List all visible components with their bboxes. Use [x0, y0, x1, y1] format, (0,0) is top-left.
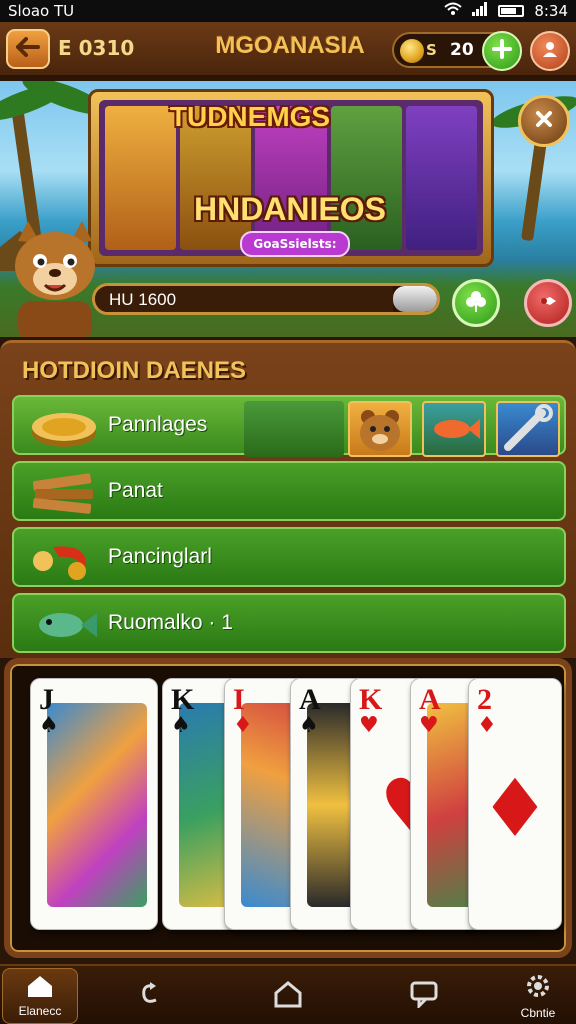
bottom-nav: Elanecc Cbntie — [0, 964, 576, 1024]
close-banner-button[interactable] — [518, 95, 570, 147]
playing-card[interactable]: J ♠ — [30, 678, 158, 930]
status-right: 8:34 — [444, 2, 568, 20]
user-icon — [540, 39, 560, 63]
page-title: MGOANASIA — [215, 32, 365, 59]
coin-icon — [400, 39, 424, 63]
home-icon — [26, 974, 54, 1002]
back-button[interactable] — [6, 29, 50, 69]
game-row-label: Ruomalko · 1 — [108, 611, 233, 634]
nav-messages[interactable] — [386, 968, 462, 1024]
top-bar: E 0310 MGOANASIA S 20 — [0, 22, 576, 78]
wood-plank-icon — [28, 471, 100, 515]
wifi-icon — [444, 2, 462, 20]
profile-button[interactable] — [530, 31, 570, 71]
chat-icon — [409, 980, 439, 1012]
nav-label: Cbntie — [520, 1006, 556, 1020]
game-row-label: Pannlages — [108, 413, 208, 436]
arrow-left-icon — [16, 37, 40, 61]
hot-games-title: HOTDIOIN DAENES — [22, 357, 247, 384]
card-suit: ♠ — [171, 713, 191, 738]
card-suit: ♦ — [233, 713, 253, 738]
slot-badge: GoaSsielsts: — [240, 231, 350, 257]
bear-thumbnail — [348, 401, 412, 457]
card-suit: ♦ — [477, 713, 497, 738]
playing-card[interactable]: 2 ♦ ♦ — [468, 678, 562, 930]
card-suit: ♠ — [39, 713, 59, 738]
battery-icon — [498, 5, 525, 17]
game-row[interactable]: Panat — [12, 461, 566, 521]
fish-icon — [28, 603, 100, 647]
add-coins-button[interactable] — [482, 31, 522, 71]
nav-back[interactable] — [112, 968, 188, 1024]
card-big-suit: ♦ — [479, 762, 551, 855]
card-rank: K — [359, 683, 383, 716]
plus-icon — [492, 39, 512, 63]
tools-thumbnail — [496, 401, 560, 457]
cards-panel: J ♠ K ♠ I ♦ A ♠ K ♥ ♥ A ♥ 2 ♦ ♦ — [4, 658, 572, 958]
tool-button[interactable] — [524, 279, 572, 327]
coin-prefix: S — [426, 41, 437, 59]
house-outline-icon — [273, 980, 303, 1012]
card-suit: ♥ — [419, 713, 439, 738]
card-rank: A — [299, 683, 321, 716]
game-row[interactable]: Pannlages — [12, 395, 566, 457]
mascot — [0, 221, 110, 337]
signal-icon — [472, 2, 488, 20]
promo-banner[interactable]: TUDNEMGS HNDANIEOS GoaSsielsts: HU 1600 — [0, 81, 576, 337]
progress-fill — [393, 286, 437, 312]
gold-coin-icon — [28, 405, 100, 449]
clover-button[interactable] — [452, 279, 500, 327]
reel — [405, 106, 478, 250]
status-time: 8:34 — [534, 2, 568, 20]
card-rank: I — [233, 683, 245, 716]
card-art — [47, 703, 147, 907]
wrench-icon — [536, 289, 560, 317]
card-rank: 2 — [477, 683, 492, 716]
nav-home[interactable]: Elanecc — [2, 968, 78, 1024]
card-rank: K — [171, 683, 195, 716]
forest-thumbnail — [244, 401, 344, 457]
coin-value: 20 — [450, 40, 474, 60]
close-icon — [534, 109, 554, 133]
status-left-text: Sloao TU — [8, 2, 75, 20]
fish-thumbnail — [422, 401, 486, 457]
nav-lobby[interactable] — [250, 968, 326, 1024]
chili-coin-icon — [28, 537, 100, 581]
game-row-label: Panat — [108, 479, 163, 502]
settings-icon — [524, 972, 552, 1004]
clover-icon — [464, 289, 488, 317]
nav-settings[interactable]: Cbntie — [500, 968, 576, 1024]
game-row[interactable]: Pancinglarl — [12, 527, 566, 587]
nav-label: Elanecc — [18, 1004, 62, 1018]
progress-bar: HU 1600 — [92, 283, 440, 315]
slot-logo: HNDANIEOS — [193, 191, 386, 227]
status-bar: Sloao TU 8:34 — [0, 0, 576, 22]
refresh-icon — [136, 980, 164, 1012]
slot-title: TUDNEMGS — [169, 101, 331, 132]
hot-games-panel: HOTDIOIN DAENES Pannlages Panat Pancingl… — [0, 340, 576, 658]
card-rank: J — [39, 683, 54, 716]
progress-label: HU 1600 — [109, 290, 177, 309]
game-row-label: Pancinglarl — [108, 545, 212, 568]
game-row[interactable]: Ruomalko · 1 — [12, 593, 566, 653]
card-suit: ♥ — [359, 713, 379, 738]
card-suit: ♠ — [299, 713, 319, 738]
player-code: E 0310 — [58, 36, 135, 60]
card-rank: A — [419, 683, 441, 716]
